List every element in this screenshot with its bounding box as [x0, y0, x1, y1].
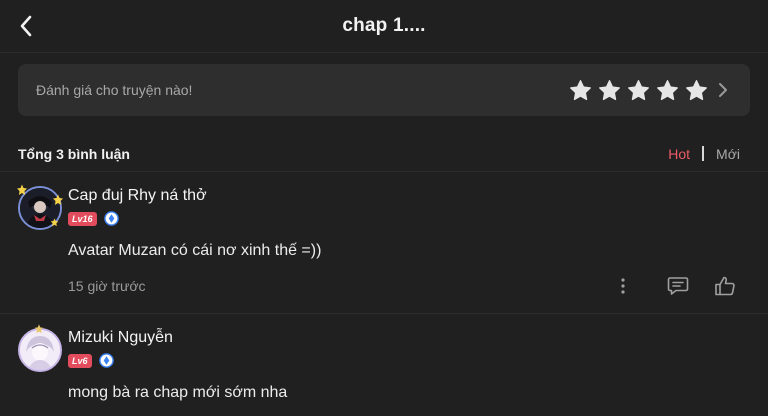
level-badge: Lv6 — [68, 353, 92, 368]
page-title: chap 1.... — [342, 15, 426, 36]
user-badges: Lv16 — [68, 211, 119, 226]
sort-tabs: Hot Mới — [668, 146, 740, 162]
more-options-button[interactable] — [611, 274, 635, 298]
verified-icon — [103, 211, 119, 226]
top-bar: chap 1.... — [0, 0, 768, 53]
level-badge: Lv16 — [68, 211, 97, 226]
avatar-illustration — [20, 330, 60, 370]
comment-username[interactable]: Cap đuj Rhy ná thở — [68, 187, 207, 205]
like-icon — [715, 276, 735, 296]
rating-arrow[interactable] — [718, 80, 732, 100]
comment-item: Mizuki Nguyễn Lv6 mong bà ra chap mới sớ… — [0, 322, 768, 416]
star-icon[interactable] — [627, 79, 650, 102]
avatar-image — [18, 328, 62, 372]
frame-star-icon — [53, 194, 63, 205]
star-icon[interactable] — [569, 79, 592, 102]
reply-icon — [667, 277, 689, 295]
like-button[interactable] — [713, 274, 737, 298]
chevron-left-icon — [20, 15, 32, 37]
verified-icon — [98, 353, 114, 368]
frame-star-icon — [34, 324, 44, 334]
star-icon[interactable] — [685, 79, 708, 102]
avatar[interactable] — [16, 324, 64, 374]
back-button[interactable] — [14, 14, 38, 38]
comment-username[interactable]: Mizuki Nguyễn — [68, 329, 173, 347]
rating-prompt: Đánh giá cho truyện nào! — [36, 82, 193, 98]
star-icon[interactable] — [656, 79, 679, 102]
comments-screen: chap 1.... Đánh giá cho truyện nào! Tổng… — [0, 0, 768, 416]
frame-star-icon — [17, 184, 27, 195]
comment-text: mong bà ra chap mới sớm nha — [68, 384, 288, 401]
comment-text: Avatar Muzan có cái nơ xinh thế =)) — [68, 242, 322, 259]
star-icon[interactable] — [598, 79, 621, 102]
comments-total: Tổng 3 bình luận — [18, 145, 130, 162]
tab-new[interactable]: Mới — [716, 146, 740, 162]
comment-time: 15 giờ trước — [68, 278, 146, 294]
user-badges: Lv6 — [68, 353, 114, 368]
more-icon — [621, 278, 625, 294]
reply-button[interactable] — [666, 274, 690, 298]
comment-item: Cap đuj Rhy ná thở Lv16 Avatar Muzan có … — [0, 180, 768, 314]
comments-header: Tổng 3 bình luận Hot Mới — [0, 136, 768, 172]
avatar[interactable] — [16, 184, 64, 232]
rating-stars — [569, 79, 732, 102]
rating-card[interactable]: Đánh giá cho truyện nào! — [18, 64, 750, 116]
tab-hot[interactable]: Hot — [668, 146, 690, 162]
frame-star-icon — [50, 218, 59, 227]
tab-divider — [702, 146, 705, 161]
chevron-right-icon — [719, 83, 727, 97]
